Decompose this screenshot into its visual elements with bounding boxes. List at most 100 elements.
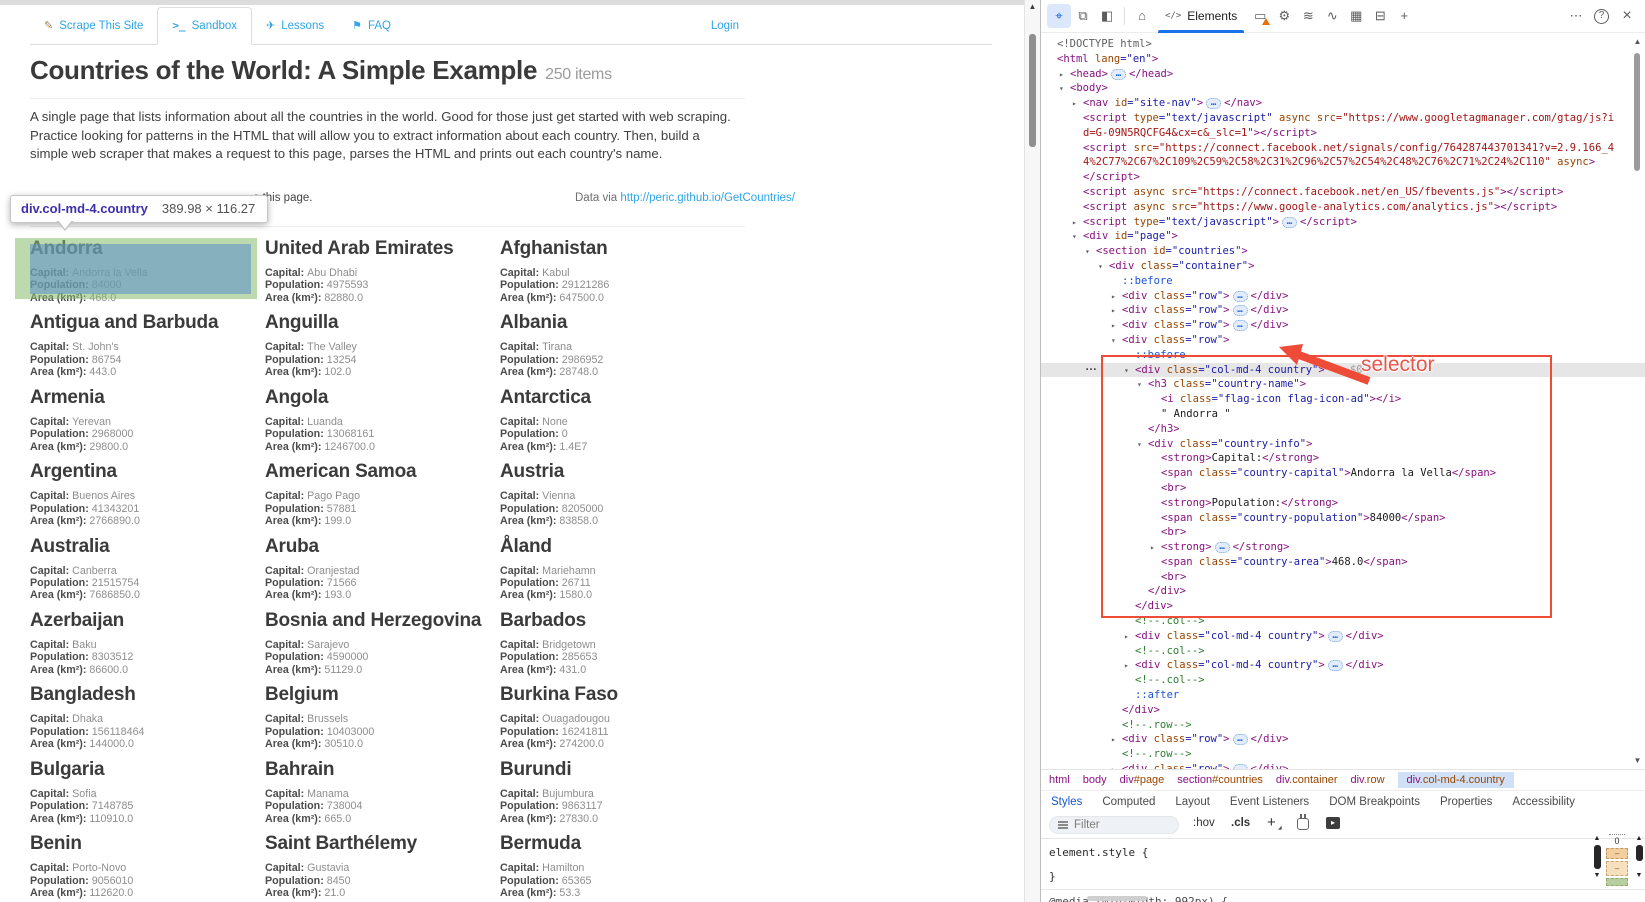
country-card[interactable]: ÅlandCapital: MariehamnPopulation: 26711… xyxy=(500,536,728,602)
dom-line[interactable]: </script> xyxy=(1041,170,1645,185)
country-card[interactable]: Saint BarthélemyCapital: GustaviaPopulat… xyxy=(265,833,493,899)
scroll-down-arrow-icon[interactable]: ▼ xyxy=(1591,871,1603,880)
element-style-rule-open[interactable]: element.style { xyxy=(1049,846,1148,859)
tab-elements[interactable]: </>Elements xyxy=(1154,0,1248,33)
new-style-rule-button[interactable]: + xyxy=(1267,814,1276,831)
tab-properties[interactable]: Properties xyxy=(1440,796,1492,808)
console-icon[interactable]: ▭ xyxy=(1248,4,1272,28)
network-icon[interactable]: ≋ xyxy=(1296,4,1320,28)
collapsed-arrow-icon[interactable]: ▸ xyxy=(1059,68,1070,83)
dom-line[interactable]: ::before xyxy=(1041,348,1645,363)
collapsed-content-icon[interactable]: … xyxy=(1282,217,1297,228)
dom-line[interactable]: ▸<div class="row">…</div> xyxy=(1041,303,1645,318)
dom-line[interactable]: ▸<nav id="site-nav">…</nav> xyxy=(1041,96,1645,111)
nav-item-sandbox[interactable]: >_Sandbox xyxy=(157,7,252,45)
breadcrumb-item[interactable]: div.container xyxy=(1276,774,1338,786)
dom-tree-scrollbar[interactable]: ▲ ▼ xyxy=(1631,37,1644,765)
expand-panel-icon[interactable]: ▸ xyxy=(1326,817,1340,829)
more-icon[interactable]: ⋯ xyxy=(1564,4,1588,28)
country-card[interactable]: AustraliaCapital: CanberraPopulation: 21… xyxy=(30,536,258,602)
scroll-up-arrow-icon[interactable]: ▲ xyxy=(1633,834,1645,843)
dom-line[interactable]: ▸<div class="row">…</div> xyxy=(1041,289,1645,304)
nav-item-scrape-this-site[interactable]: ✎Scrape This Site xyxy=(30,8,157,44)
country-card[interactable]: AndorraCapital: Andorra la VellaPopulati… xyxy=(30,238,258,304)
breadcrumb-item[interactable]: div.col-md-4.country xyxy=(1398,772,1514,788)
country-card[interactable]: BeninCapital: Porto-NovoPopulation: 9056… xyxy=(30,833,258,899)
dom-line[interactable]: " Andorra " xyxy=(1041,407,1645,422)
country-card[interactable]: ArgentinaCapital: Buenos AiresPopulation… xyxy=(30,461,258,527)
dom-line[interactable]: <script src="https://connect.facebook.ne… xyxy=(1041,141,1645,156)
dom-line[interactable]: ▸<script type="text/javascript">…</scrip… xyxy=(1041,215,1645,230)
dom-line[interactable]: <span class="country-capital">Andorra la… xyxy=(1041,466,1645,481)
dom-line[interactable]: </div> xyxy=(1041,584,1645,599)
dom-line[interactable]: ▾<section id="countries"> xyxy=(1041,244,1645,259)
styles-hscrollbar-thumb[interactable] xyxy=(1087,896,1147,901)
tab-layout[interactable]: Layout xyxy=(1175,796,1210,808)
dom-line[interactable]: ▸<div class="col-md-4 country">…</div> xyxy=(1041,658,1645,673)
country-card[interactable]: AustriaCapital: ViennaPopulation: 820500… xyxy=(500,461,728,527)
page-scrollbar-thumb[interactable] xyxy=(1029,34,1036,147)
collapsed-content-icon[interactable]: … xyxy=(1328,660,1343,671)
dom-line[interactable]: <br> xyxy=(1041,570,1645,585)
dom-line[interactable]: ▸<head>…</head> xyxy=(1041,67,1645,82)
scroll-up-arrow-icon[interactable]: ▲ xyxy=(1025,2,1040,11)
country-card[interactable]: ArmeniaCapital: YerevanPopulation: 29680… xyxy=(30,387,258,453)
dom-line[interactable]: ▸<div class="row">…</div> xyxy=(1041,732,1645,747)
scroll-down-arrow-icon[interactable]: ▼ xyxy=(1633,871,1645,880)
dom-line[interactable]: ▾<div class="row"> xyxy=(1041,333,1645,348)
plug-icon[interactable] xyxy=(1297,818,1309,830)
dom-line[interactable]: ::before xyxy=(1041,274,1645,289)
expanded-arrow-icon[interactable]: ▾ xyxy=(1059,82,1070,97)
dom-line[interactable]: ▾<div class="country-info"> xyxy=(1041,437,1645,452)
expanded-arrow-icon[interactable]: ▾ xyxy=(1098,260,1109,275)
page-scrollbar[interactable]: ▲ xyxy=(1024,0,1040,902)
country-card[interactable]: AntarcticaCapital: NonePopulation: 0Area… xyxy=(500,387,728,453)
styles-scrollbar-left[interactable]: ▲ ▼ xyxy=(1591,834,1603,880)
country-card[interactable]: BermudaCapital: HamiltonPopulation: 6536… xyxy=(500,833,728,899)
tab-event-listeners[interactable]: Event Listeners xyxy=(1230,796,1309,808)
dom-line[interactable]: <br> xyxy=(1041,481,1645,496)
dom-line[interactable]: <!--.col--> xyxy=(1041,673,1645,688)
tab-computed[interactable]: Computed xyxy=(1102,796,1155,808)
dom-line[interactable]: <script type="text/javascript" async src… xyxy=(1041,111,1645,126)
dom-line[interactable]: <br> xyxy=(1041,525,1645,540)
dom-line[interactable]: d=G-09N5RQCFG4&cx=c&_slc=1"></script> xyxy=(1041,126,1645,141)
dom-line[interactable]: <!--.row--> xyxy=(1041,718,1645,733)
styles-filter-input[interactable]: Filter xyxy=(1049,816,1179,834)
expanded-arrow-icon[interactable]: ▾ xyxy=(1137,378,1148,393)
collapsed-content-icon[interactable]: … xyxy=(1233,291,1248,302)
country-card[interactable]: BurundiCapital: BujumburaPopulation: 986… xyxy=(500,759,728,825)
country-card[interactable]: AnguillaCapital: The ValleyPopulation: 1… xyxy=(265,312,493,378)
dom-line[interactable]: ::after xyxy=(1041,688,1645,703)
collapsed-arrow-icon[interactable]: ▸ xyxy=(1072,216,1083,231)
help-icon[interactable]: ? xyxy=(1594,9,1609,24)
country-card[interactable]: BahrainCapital: ManamaPopulation: 738004… xyxy=(265,759,493,825)
tab-accessibility[interactable]: Accessibility xyxy=(1512,796,1575,808)
country-card[interactable]: BelgiumCapital: BrusselsPopulation: 1040… xyxy=(265,684,493,750)
collapsed-content-icon[interactable]: … xyxy=(1111,69,1126,80)
collapsed-arrow-icon[interactable]: ▸ xyxy=(1111,304,1122,319)
expanded-arrow-icon[interactable]: ▾ xyxy=(1072,230,1083,245)
dom-line[interactable]: <html lang="en"> xyxy=(1041,52,1645,67)
application-icon[interactable]: ⊟ xyxy=(1368,4,1392,28)
dom-line[interactable]: </div> xyxy=(1041,703,1645,718)
country-card[interactable]: BarbadosCapital: BridgetownPopulation: 2… xyxy=(500,610,728,676)
collapsed-arrow-icon[interactable]: ▸ xyxy=(1150,541,1161,556)
country-card[interactable]: BulgariaCapital: SofiaPopulation: 714878… xyxy=(30,759,258,825)
collapsed-content-icon[interactable]: … xyxy=(1206,98,1221,109)
dom-line[interactable]: <!DOCTYPE html> xyxy=(1041,37,1645,52)
dom-line[interactable]: ▾<body> xyxy=(1041,81,1645,96)
expanded-arrow-icon[interactable]: ▾ xyxy=(1085,245,1096,260)
dock-side-icon[interactable]: ◧ xyxy=(1095,4,1119,28)
element-classes-button[interactable]: .cls xyxy=(1231,817,1250,829)
breadcrumb-item[interactable]: div.row xyxy=(1350,774,1384,786)
collapsed-arrow-icon[interactable]: ▸ xyxy=(1111,733,1122,748)
dom-line[interactable]: <!--.col--> xyxy=(1041,644,1645,659)
country-card[interactable]: AlbaniaCapital: TiranaPopulation: 298695… xyxy=(500,312,728,378)
scroll-down-arrow-icon[interactable]: ▼ xyxy=(1631,756,1644,765)
breadcrumb-item[interactable]: html xyxy=(1049,774,1070,786)
scroll-up-arrow-icon[interactable]: ▲ xyxy=(1591,834,1603,843)
dom-line[interactable]: <strong>Capital:</strong> xyxy=(1041,451,1645,466)
collapsed-arrow-icon[interactable]: ▸ xyxy=(1124,630,1135,645)
collapsed-content-icon[interactable]: … xyxy=(1233,305,1248,316)
